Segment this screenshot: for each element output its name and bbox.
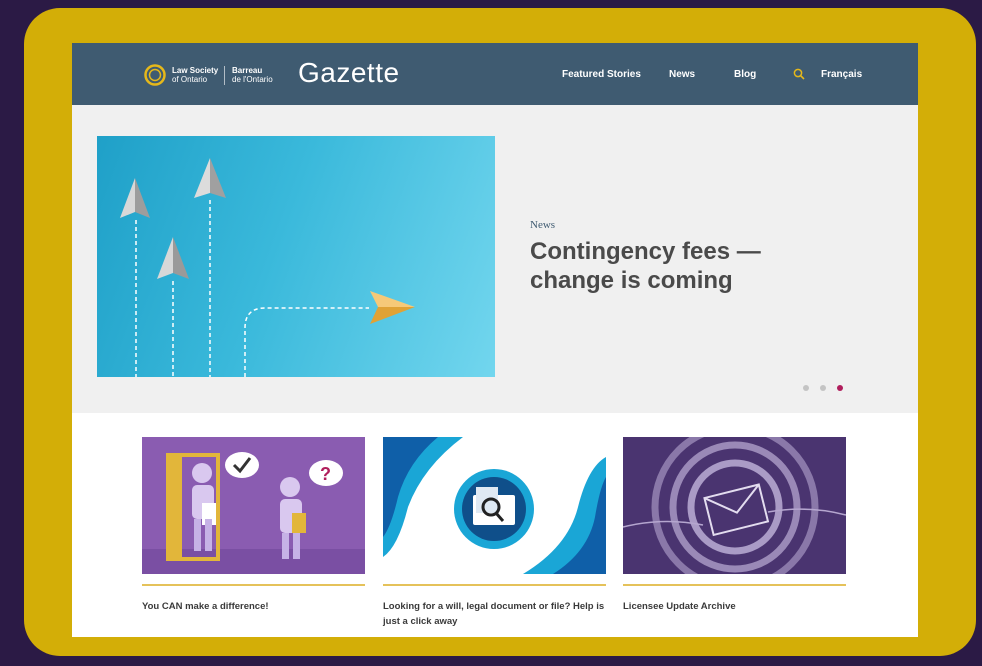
carousel-dot-1[interactable] [803, 385, 809, 391]
hero-headline[interactable]: Contingency fees — change is coming [530, 237, 830, 295]
nav-featured-stories[interactable]: Featured Stories [562, 69, 641, 81]
card-divider [623, 584, 846, 586]
logo-fr-line2: de l'Ontario [232, 75, 273, 84]
card-title[interactable]: Looking for a will, legal document or fi… [383, 599, 606, 629]
carousel-dots [803, 385, 843, 391]
hero-category[interactable]: News [530, 219, 555, 231]
hero-carousel: News Contingency fees — change is coming [72, 105, 918, 413]
nav-blog[interactable]: Blog [734, 69, 756, 81]
card-image[interactable]: ? [142, 437, 365, 574]
story-card[interactable]: Licensee Update Archive [623, 437, 846, 614]
card-title[interactable]: Licensee Update Archive [623, 599, 846, 614]
card-divider [142, 584, 365, 586]
logo-text-french: Barreau de l'Ontario [232, 66, 273, 84]
carousel-dot-3[interactable] [837, 385, 843, 391]
law-society-logo-icon[interactable] [144, 64, 166, 86]
svg-text:?: ? [320, 464, 331, 484]
story-card[interactable]: ? You CAN make a difference! [142, 437, 365, 614]
browser-page: Law Society of Ontario Barreau de l'Onta… [72, 43, 918, 637]
site-title[interactable]: Gazette [298, 57, 400, 89]
carousel-dot-2[interactable] [820, 385, 826, 391]
hero-image[interactable] [97, 136, 495, 377]
search-icon[interactable] [793, 68, 805, 80]
nav-language-toggle[interactable]: Français [821, 69, 862, 81]
logo-divider [224, 66, 225, 85]
envelope-circles-illustration [623, 437, 846, 574]
card-title[interactable]: You CAN make a difference! [142, 599, 365, 614]
document-search-illustration [383, 437, 606, 574]
card-image[interactable] [383, 437, 606, 574]
logo-fr-line1: Barreau [232, 66, 263, 75]
paper-planes-illustration [120, 158, 415, 377]
logo-en-line1: Law Society [172, 66, 219, 75]
nav-news[interactable]: News [669, 69, 695, 81]
story-card[interactable]: Looking for a will, legal document or fi… [383, 437, 606, 629]
site-header: Law Society of Ontario Barreau de l'Onta… [72, 43, 918, 105]
logo-text-english: Law Society of Ontario [172, 66, 218, 84]
people-speech-bubbles-illustration: ? [142, 452, 365, 574]
logo-en-line2: of Ontario [172, 75, 208, 84]
card-divider [383, 584, 606, 586]
card-image[interactable] [623, 437, 846, 574]
